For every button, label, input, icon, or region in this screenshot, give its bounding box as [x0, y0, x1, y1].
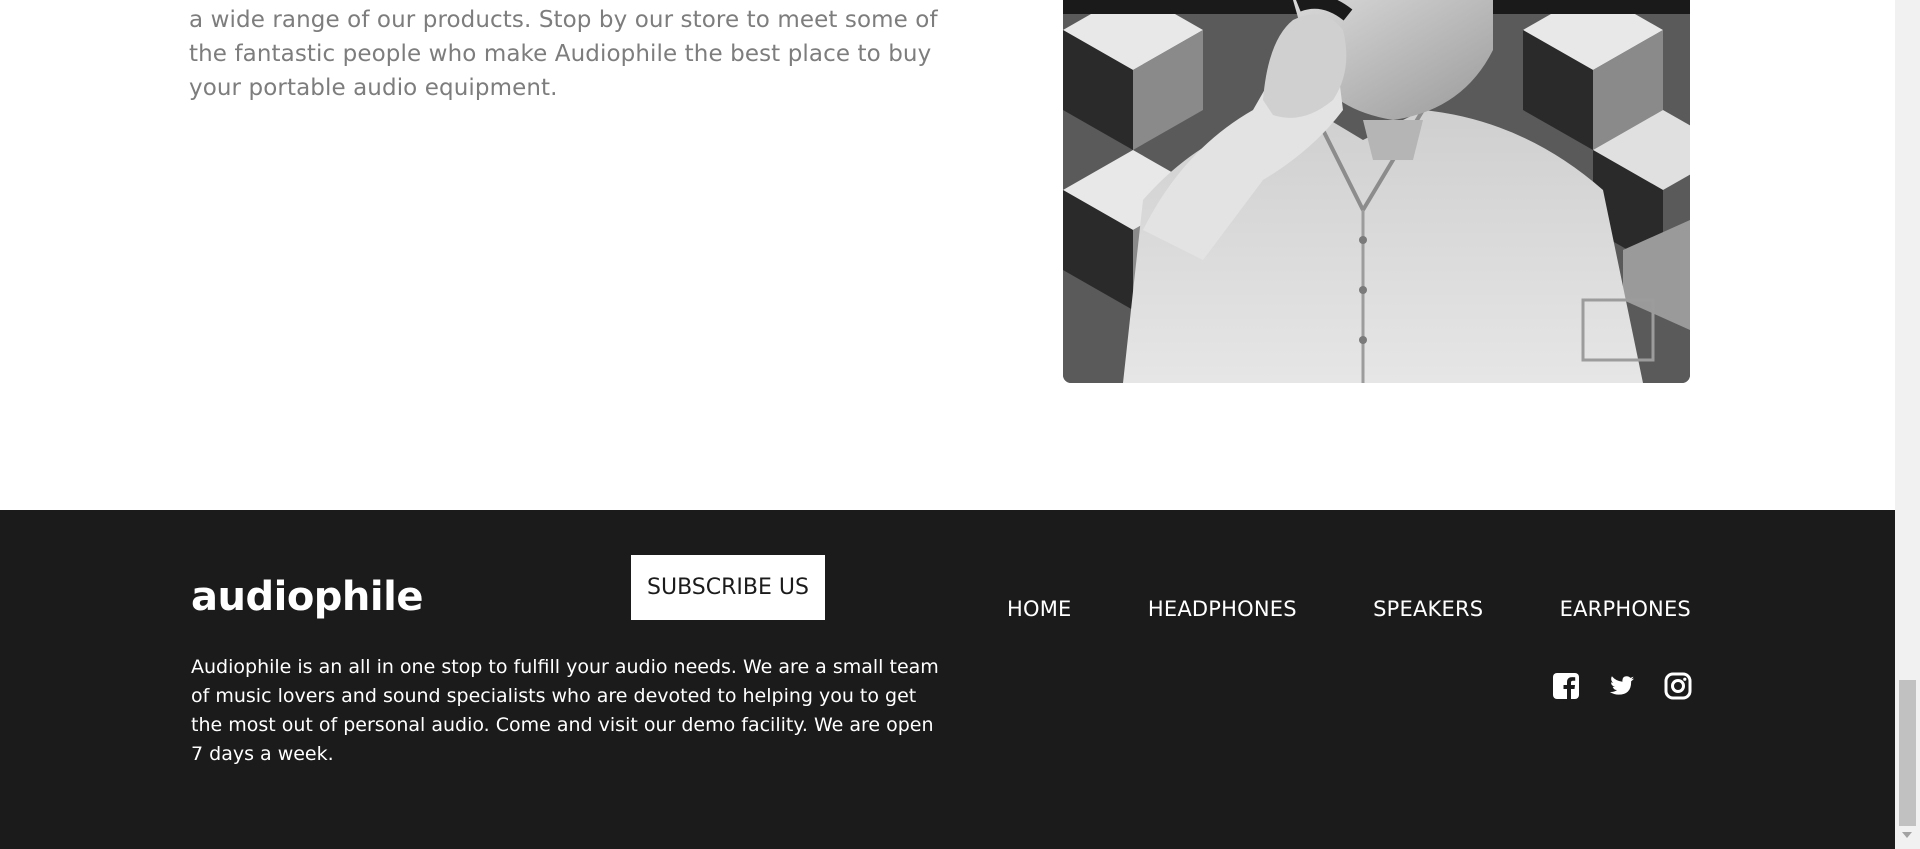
scroll-down-arrow-icon[interactable]: [1902, 832, 1912, 838]
twitter-icon[interactable]: [1608, 672, 1636, 700]
subscribe-button[interactable]: SUBSCRIBE US: [631, 555, 825, 620]
nav-link-headphones[interactable]: HEADPHONES: [1148, 597, 1297, 621]
footer-logo[interactable]: audiophile: [191, 574, 423, 620]
nav-link-speakers[interactable]: SPEAKERS: [1373, 597, 1483, 621]
about-paragraph: a wide range of our products. Stop by ou…: [189, 7, 938, 101]
nav-link-home[interactable]: HOME: [1007, 597, 1072, 621]
social-links: [1552, 670, 1692, 702]
man-with-headphones-photo: [1063, 0, 1690, 383]
facebook-icon[interactable]: [1552, 672, 1580, 700]
vertical-scrollbar[interactable]: [1895, 0, 1920, 849]
footer-nav: HOME HEADPHONES SPEAKERS EARPHONES: [1007, 594, 1691, 624]
site-footer: audiophile SUBSCRIBE US HOME HEADPHONES …: [0, 510, 1895, 849]
instagram-icon[interactable]: [1664, 672, 1692, 700]
nav-link-earphones[interactable]: EARPHONES: [1560, 597, 1691, 621]
scrollbar-thumb[interactable]: [1899, 680, 1916, 826]
footer-description: Audiophile is an all in one stop to fulf…: [191, 656, 939, 765]
page: a wide range of our products. Stop by ou…: [0, 0, 1895, 849]
